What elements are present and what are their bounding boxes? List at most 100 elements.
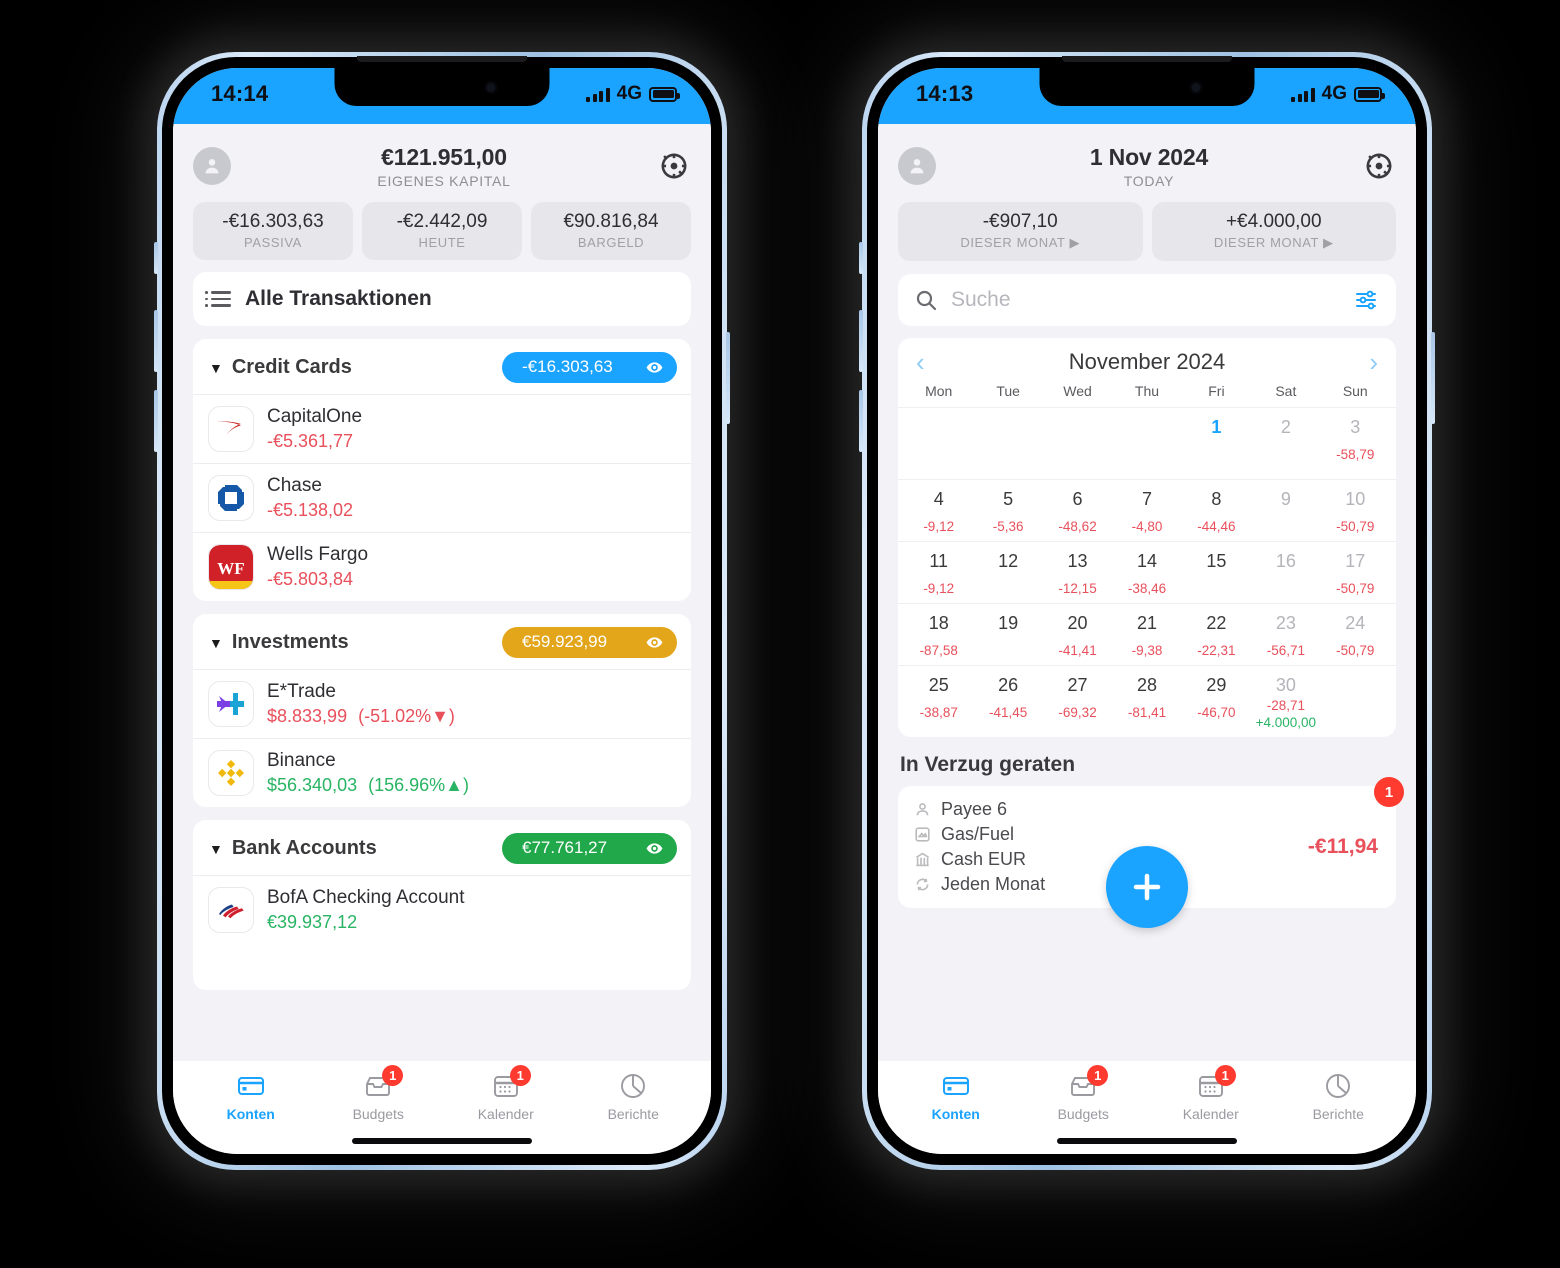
search-bar[interactable]: Suche: [898, 274, 1396, 326]
eye-icon[interactable]: [645, 839, 664, 858]
calendar-day-cell[interactable]: 15: [1182, 548, 1251, 598]
volume-up-button[interactable]: [154, 310, 158, 372]
account-row[interactable]: BofA Checking Account €39.937,12: [193, 875, 691, 944]
calendar-day-cell[interactable]: 3 -58,79: [1321, 414, 1390, 474]
calendar-day-number: 4: [933, 489, 944, 509]
calendar-day-cell[interactable]: 17 -50,79: [1321, 548, 1390, 598]
mute-switch[interactable]: [859, 242, 863, 274]
chip-passiva[interactable]: -€16.303,63 PASSIVA: [193, 202, 353, 260]
power-button[interactable]: [1431, 332, 1435, 424]
caret-down-icon[interactable]: ▼: [209, 361, 223, 375]
account-row[interactable]: Binance $56.340,03 (156.96%▲): [193, 738, 691, 807]
account-row[interactable]: WF Wells Fargo -€5.803,84: [193, 532, 691, 601]
piechart-icon: [616, 1071, 650, 1101]
tab-berichte[interactable]: Berichte: [1275, 1071, 1403, 1122]
tab-berichte[interactable]: Berichte: [570, 1071, 698, 1122]
group-total-pill[interactable]: €59.923,99: [502, 627, 677, 658]
caret-down-icon[interactable]: ▼: [209, 842, 223, 856]
calendar-scroll-content[interactable]: Suche ‹ November 2024 › Mon Tue Wed Thu …: [878, 261, 1416, 1061]
group-total-pill[interactable]: €77.761,27: [502, 833, 677, 864]
calendar-day-cell[interactable]: 1: [1182, 414, 1251, 474]
tab-label: Konten: [226, 1106, 275, 1122]
group-header[interactable]: ▼ Bank Accounts €77.761,27: [193, 820, 691, 875]
calendar-day-cell[interactable]: 18 -87,58: [904, 610, 973, 660]
search-input[interactable]: Suche: [951, 288, 1341, 312]
calendar-day-cell[interactable]: 14 -38,46: [1112, 548, 1181, 598]
account-row[interactable]: E*Trade $8.833,99 (-51.02%▼): [193, 669, 691, 738]
chip-bargeld[interactable]: €90.816,84 BARGELD: [531, 202, 691, 260]
volume-down-button[interactable]: [859, 390, 863, 452]
group-header[interactable]: ▼ Investments €59.923,99: [193, 614, 691, 669]
mute-switch[interactable]: [154, 242, 158, 274]
calendar-day-cell[interactable]: 19: [973, 610, 1042, 660]
calendar-day-amount: -12,15: [1058, 581, 1097, 596]
avatar[interactable]: [193, 147, 231, 185]
person-icon: [910, 159, 924, 174]
add-transaction-button[interactable]: [1106, 846, 1188, 928]
calendar-day-cell[interactable]: 7 -4,80: [1112, 486, 1181, 536]
calendar-day-cell[interactable]: 29 -46,70: [1182, 672, 1251, 732]
accounts-scroll-content[interactable]: Alle Transaktionen ▼ Credit Cards -€16.3…: [173, 260, 711, 1061]
calendar-day-cell[interactable]: 12: [973, 548, 1042, 598]
account-info: CapitalOne -€5.361,77: [267, 406, 362, 452]
calendar-day-cell[interactable]: 4 -9,12: [904, 486, 973, 536]
eye-icon[interactable]: [645, 358, 664, 377]
calendar-day-cell[interactable]: 20 -41,41: [1043, 610, 1112, 660]
calendar-day-cell[interactable]: 26 -41,45: [973, 672, 1042, 732]
caret-down-icon[interactable]: ▼: [209, 636, 223, 650]
tab-budgets[interactable]: 1 Budgets: [1020, 1065, 1148, 1122]
calendar-day-cell[interactable]: 23 -56,71: [1251, 610, 1320, 660]
all-transactions-row[interactable]: Alle Transaktionen: [193, 272, 691, 326]
calendar-day-cell[interactable]: 11 -9,12: [904, 548, 973, 598]
calendar-day-amount: -44,46: [1197, 519, 1236, 534]
tab-kalender[interactable]: 1 Kalender: [1147, 1065, 1275, 1122]
calendar-day-amount: -50,79: [1336, 643, 1375, 658]
chip-value: €90.816,84: [563, 211, 659, 232]
calendar-day-cell[interactable]: 22 -22,31: [1182, 610, 1251, 660]
chevron-right-icon[interactable]: ›: [1369, 349, 1378, 375]
calendar-day-cell[interactable]: 5 -5,36: [973, 486, 1042, 536]
calendar-day-amount: -87,58: [919, 643, 958, 658]
header-row: €121.951,00 EIGENES KAPITAL: [193, 138, 691, 194]
calendar-day-cell[interactable]: 10 -50,79: [1321, 486, 1390, 536]
calendar-day-cell[interactable]: 25 -38,87: [904, 672, 973, 732]
calendar-week-row: 25 -38,87 26 -41,45 27 -69,32 28 -81,41 29 -46,70…: [898, 665, 1396, 737]
calendar-day-cell[interactable]: 6 -48,62: [1043, 486, 1112, 536]
calendar-day-amount: [1251, 519, 1320, 534]
group-total-pill[interactable]: -€16.303,63: [502, 352, 677, 383]
chevron-left-icon[interactable]: ‹: [916, 349, 925, 375]
calendar-empty-cell: [1112, 414, 1181, 474]
calendar-day-cell[interactable]: 2: [1251, 414, 1320, 474]
calendar-day-cell[interactable]: 16: [1251, 548, 1320, 598]
power-button[interactable]: [726, 332, 730, 424]
home-indicator[interactable]: [173, 1128, 711, 1154]
calendar-day-cell[interactable]: 27 -69,32: [1043, 672, 1112, 732]
calendar-day-cell[interactable]: 9: [1251, 486, 1320, 536]
chip-expenses-month[interactable]: -€907,10 DIESER MONAT ▶: [898, 202, 1143, 261]
account-info: Wells Fargo -€5.803,84: [267, 544, 368, 590]
settings-button[interactable]: [657, 149, 691, 183]
avatar[interactable]: [898, 147, 936, 185]
tab-budgets[interactable]: 1 Budgets: [315, 1065, 443, 1122]
settings-button[interactable]: [1362, 149, 1396, 183]
calendar-empty-cell: [1321, 672, 1390, 732]
chip-heute[interactable]: -€2.442,09 HEUTE: [362, 202, 522, 260]
tab-kalender[interactable]: 1 Kalender: [442, 1065, 570, 1122]
volume-down-button[interactable]: [154, 390, 158, 452]
eye-icon[interactable]: [645, 633, 664, 652]
account-row[interactable]: CapitalOne -€5.361,77: [193, 394, 691, 463]
calendar-day-cell[interactable]: 8 -44,46: [1182, 486, 1251, 536]
tab-konten[interactable]: Konten: [892, 1071, 1020, 1122]
network-type-label: 4G: [616, 83, 642, 104]
home-indicator[interactable]: [878, 1128, 1416, 1154]
calendar-day-cell[interactable]: 13 -12,15: [1043, 548, 1112, 598]
account-row[interactable]: Chase -€5.138,02: [193, 463, 691, 532]
calendar-day-cell[interactable]: 30 -28,71 +4.000,00: [1251, 672, 1320, 732]
calendar-day-cell[interactable]: 21 -9,38: [1112, 610, 1181, 660]
tab-konten[interactable]: Konten: [187, 1071, 315, 1122]
calendar-day-cell[interactable]: 28 -81,41: [1112, 672, 1181, 732]
chip-income-month[interactable]: +€4.000,00 DIESER MONAT ▶: [1151, 202, 1396, 261]
calendar-day-cell[interactable]: 24 -50,79: [1321, 610, 1390, 660]
group-header[interactable]: ▼ Credit Cards -€16.303,63: [193, 339, 691, 394]
volume-up-button[interactable]: [859, 310, 863, 372]
